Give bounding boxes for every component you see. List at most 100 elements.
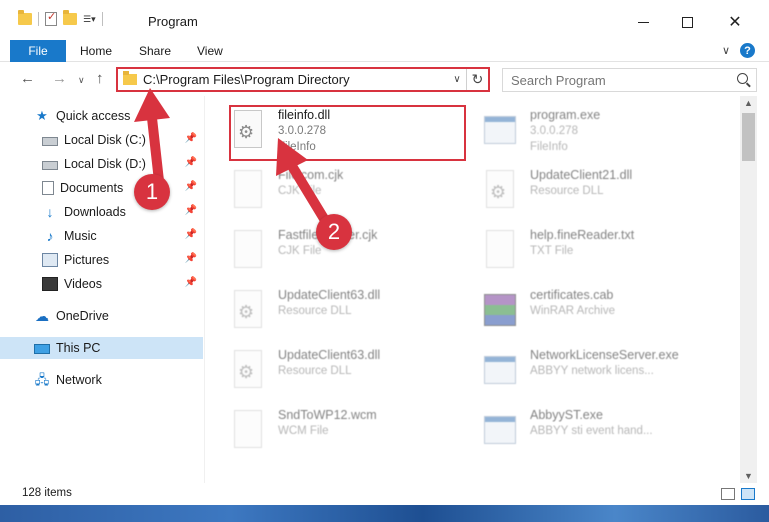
file-item[interactable]: AbbyyST.exe ABBYY sti event hand... [482, 406, 722, 460]
archive-icon [482, 290, 516, 330]
file-item[interactable]: certificates.cab WinRAR Archive [482, 286, 722, 340]
pin-icon[interactable]: 📌 [185, 133, 197, 144]
file-name: NetworkLicenseServer.exe [530, 348, 679, 362]
tab-home[interactable]: Home [80, 44, 112, 58]
sidebar-item-quick-access[interactable]: ★ Quick access [0, 105, 203, 127]
expand-ribbon-chevron-icon[interactable]: ∨ [722, 44, 730, 57]
sidebar-item-local-disk-d[interactable]: Local Disk (D:) 📌 [0, 153, 203, 175]
sidebar-item-label: Network [56, 373, 102, 387]
sidebar-item-label: Videos [64, 277, 102, 291]
pin-icon[interactable]: 📌 [185, 205, 197, 216]
maximize-icon [681, 16, 693, 28]
title-bar: ☰▾ Program ✕ [0, 0, 769, 40]
up-arrow-icon[interactable]: ↑ [96, 70, 104, 87]
annotation-badge-1: 1 [134, 174, 170, 210]
file-item-program-exe[interactable]: program.exe 3.0.0.278 FileInfo [482, 106, 722, 160]
tab-file[interactable]: File [10, 40, 66, 62]
file-item[interactable]: ⚙ UpdateClient63.dll Resource DLL [230, 346, 470, 400]
vertical-scrollbar[interactable]: ▲ ▼ [740, 96, 757, 483]
dll-icon: ⚙ [482, 170, 516, 210]
sidebar-item-local-disk-c[interactable]: Local Disk (C:) 📌 [0, 129, 203, 151]
details-view-icon[interactable] [721, 488, 735, 500]
music-icon: ♪ [46, 228, 54, 244]
maximize-button[interactable] [664, 8, 710, 36]
highlight-box [229, 105, 466, 161]
pin-icon[interactable]: 📌 [185, 157, 197, 168]
pin-icon[interactable]: 📌 [185, 181, 197, 192]
sidebar-item-documents[interactable]: Documents 📌 [0, 177, 203, 199]
scroll-up-arrow-icon[interactable]: ▲ [744, 98, 753, 108]
sidebar-item-label: Music [64, 229, 97, 243]
sidebar-item-label: Downloads [64, 205, 126, 219]
pin-icon[interactable]: 📌 [185, 277, 197, 288]
search-input[interactable] [511, 72, 721, 88]
exe-icon [482, 350, 516, 390]
file-type: ABBYY network licens... [530, 365, 654, 377]
folder-icon [123, 71, 137, 85]
annotation-badge-2: 2 [316, 214, 352, 250]
pin-icon[interactable]: 📌 [185, 253, 197, 264]
file-type: Resource DLL [530, 185, 604, 197]
file-name: AbbyyST.exe [530, 408, 603, 422]
recent-locations-chevron-icon[interactable]: ∨ [78, 75, 85, 86]
customize-toolbar-icon[interactable]: ☰▾ [83, 14, 96, 25]
pin-icon[interactable]: 📌 [185, 229, 197, 240]
scroll-down-arrow-icon[interactable]: ▼ [744, 471, 753, 481]
file-item[interactable]: SndToWP12.wcm WCM File [230, 406, 470, 460]
file-item[interactable]: ⚙ UpdateClient21.dll Resource DLL [482, 166, 722, 220]
file-item[interactable]: ⚙ UpdateClient63.dll Resource DLL [230, 286, 470, 340]
ribbon-controls: ∨ ? [722, 43, 755, 58]
videos-icon [42, 277, 58, 291]
sidebar-item-pictures[interactable]: Pictures 📌 [0, 249, 203, 271]
file-type: ABBYY sti event hand... [530, 425, 653, 437]
address-dropdown-chevron-icon[interactable]: ∨ [448, 74, 466, 85]
file-item[interactable]: help.fineReader.txt TXT File [482, 226, 722, 280]
file-type: CJK File [278, 245, 322, 257]
refresh-icon[interactable]: ↻ [466, 69, 488, 90]
sidebar-item-label: OneDrive [56, 309, 109, 323]
view-switcher [721, 488, 755, 500]
sidebar-item-label: Quick access [56, 109, 131, 123]
network-icon: 🖧 [34, 372, 50, 387]
exe-icon [482, 410, 516, 450]
file-item[interactable]: NetworkLicenseServer.exe ABBYY network l… [482, 346, 722, 400]
search-icon[interactable] [737, 73, 748, 84]
sidebar-item-label: Pictures [64, 253, 110, 267]
properties-icon[interactable] [45, 10, 57, 26]
new-folder-icon[interactable] [63, 10, 77, 25]
sidebar-item-this-pc[interactable]: This PC [0, 337, 203, 359]
close-button[interactable]: ✕ [712, 8, 758, 36]
address-bar[interactable]: C:\Program Files\Program Directory ∨ ↻ [116, 67, 490, 92]
sidebar-item-downloads[interactable]: ↓ Downloads 📌 [0, 201, 203, 223]
desktop-background [0, 505, 769, 522]
sidebar-item-videos[interactable]: Videos 📌 [0, 273, 203, 295]
search-box[interactable] [502, 68, 757, 92]
file-type: TXT File [530, 245, 574, 257]
minimize-button[interactable] [620, 8, 666, 36]
scrollbar-thumb[interactable] [742, 113, 755, 161]
tab-view[interactable]: View [197, 44, 223, 58]
tiles-view-icon[interactable] [741, 488, 755, 500]
forward-arrow-icon[interactable]: → [52, 70, 67, 87]
file-description: FileInfo [530, 141, 568, 153]
toolbar-separator [38, 12, 39, 26]
sidebar-item-music[interactable]: ♪ Music 📌 [0, 225, 203, 247]
pc-icon [34, 343, 50, 354]
exe-icon [482, 110, 516, 150]
file-name: UpdateClient63.dll [278, 288, 381, 302]
back-arrow-icon[interactable]: ← [20, 70, 35, 87]
file-item[interactable]: Fileicom.cjk CJK File [230, 166, 470, 220]
sidebar-item-onedrive[interactable]: ☁ OneDrive [0, 305, 203, 327]
sidebar-item-network[interactable]: 🖧 Network [0, 369, 203, 391]
help-icon[interactable]: ? [740, 43, 755, 58]
tab-share[interactable]: Share [139, 44, 171, 58]
file-icon [230, 230, 264, 270]
file-type: WinRAR Archive [530, 305, 615, 317]
file-type: Resource DLL [278, 305, 352, 317]
status-bar: 128 items [0, 483, 769, 505]
address-path[interactable]: C:\Program Files\Program Directory [143, 72, 448, 87]
folder-icon[interactable] [18, 10, 32, 25]
quick-access-toolbar: ☰▾ [18, 10, 103, 26]
file-type: CJK File [278, 185, 322, 197]
file-type: Resource DLL [278, 365, 352, 377]
